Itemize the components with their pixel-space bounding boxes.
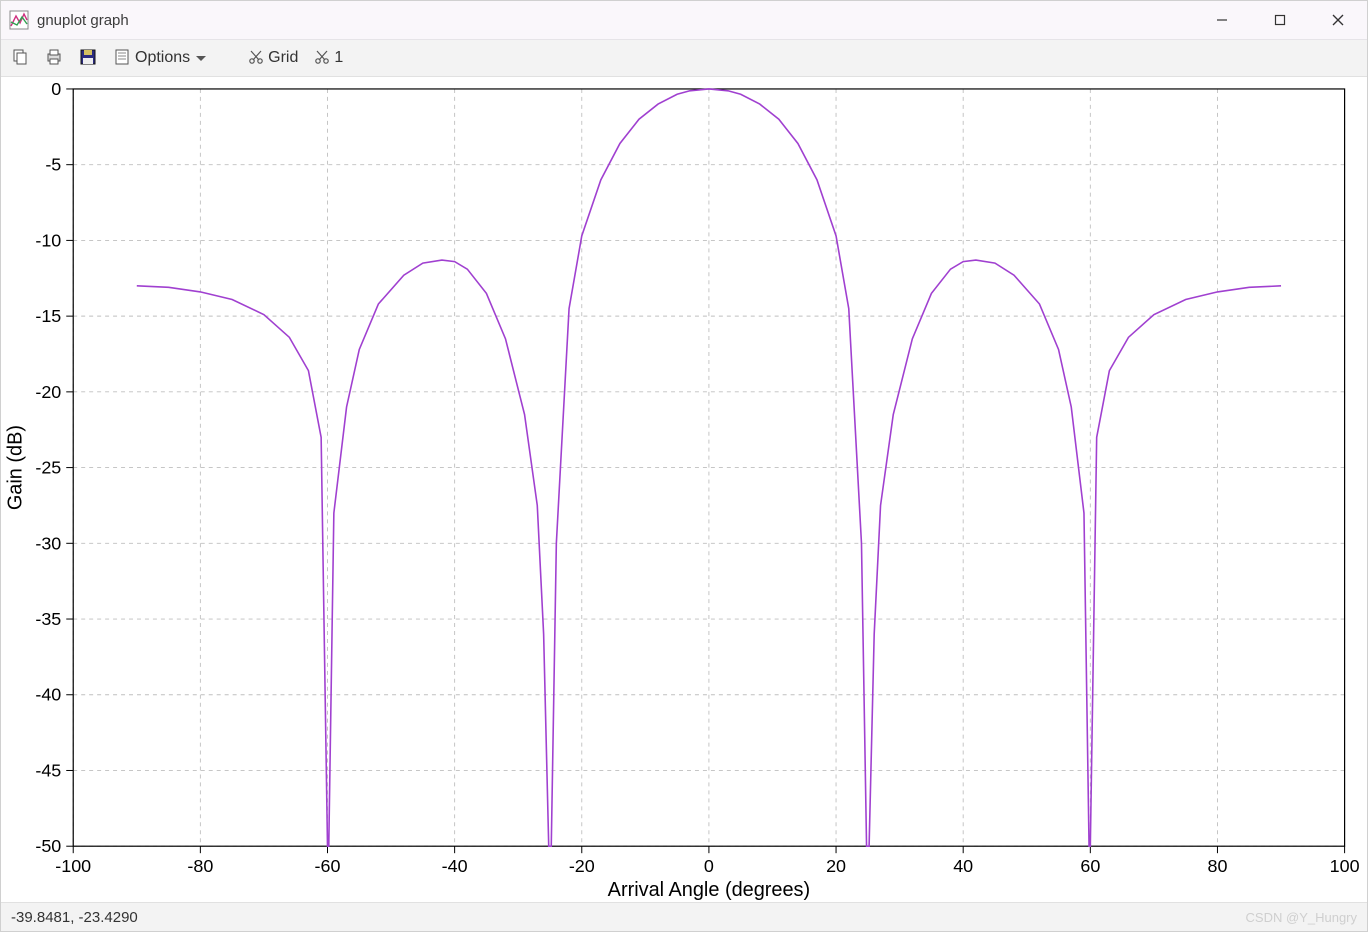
svg-text:-5: -5 xyxy=(45,155,61,175)
plot-area[interactable]: -100 -80 -60 -40 -20 0 20 40 60 80 100 0 -5 -10 -15 -20… xyxy=(1,77,1367,902)
svg-text:60: 60 xyxy=(1080,856,1100,876)
minimize-button[interactable] xyxy=(1193,1,1251,39)
window-title: gnuplot graph xyxy=(37,12,1193,29)
chevron-down-icon xyxy=(196,56,206,61)
svg-text:100: 100 xyxy=(1330,856,1360,876)
printer-icon xyxy=(45,48,63,69)
window-controls xyxy=(1193,1,1367,39)
options-button[interactable]: Options xyxy=(109,43,210,73)
print-button[interactable] xyxy=(41,43,67,73)
copy-icon xyxy=(11,48,29,69)
svg-text:-100: -100 xyxy=(55,856,91,876)
svg-text:-30: -30 xyxy=(35,533,61,553)
svg-text:0: 0 xyxy=(704,856,714,876)
svg-text:0: 0 xyxy=(51,79,61,99)
scissors-icon xyxy=(314,49,330,68)
grid-label: Grid xyxy=(268,49,298,67)
cursor-coordinates: -39.8481, -23.4290 xyxy=(11,909,138,926)
svg-text:-35: -35 xyxy=(35,609,61,629)
maximize-button[interactable] xyxy=(1251,1,1309,39)
svg-text:Arrival Angle (degrees): Arrival Angle (degrees) xyxy=(608,879,810,901)
svg-text:-25: -25 xyxy=(35,458,61,478)
report-icon xyxy=(113,48,131,69)
svg-text:-80: -80 xyxy=(187,856,213,876)
close-button[interactable] xyxy=(1309,1,1367,39)
svg-text:20: 20 xyxy=(826,856,846,876)
svg-text:-40: -40 xyxy=(442,856,468,876)
options-label: Options xyxy=(135,49,190,67)
svg-text:40: 40 xyxy=(953,856,973,876)
status-bar: -39.8481, -23.4290 CSDN @Y_Hungry xyxy=(1,902,1367,931)
svg-text:-40: -40 xyxy=(35,685,61,705)
title-bar: gnuplot graph xyxy=(1,1,1367,40)
svg-text:Gain (dB): Gain (dB) xyxy=(4,425,26,510)
one-label: 1 xyxy=(334,49,343,67)
grid-button[interactable]: Grid xyxy=(244,43,302,73)
floppy-icon xyxy=(79,48,97,69)
scissors-icon xyxy=(248,49,264,68)
one-button[interactable]: 1 xyxy=(310,43,347,73)
app-window: gnuplot graph xyxy=(0,0,1368,932)
svg-text:-10: -10 xyxy=(35,230,61,250)
svg-text:-45: -45 xyxy=(35,760,61,780)
app-icon xyxy=(9,10,29,30)
toolbar: Options Grid xyxy=(1,40,1367,77)
svg-text:-20: -20 xyxy=(35,382,61,402)
svg-text:80: 80 xyxy=(1207,856,1227,876)
svg-text:-15: -15 xyxy=(35,306,61,326)
svg-text:-50: -50 xyxy=(35,836,61,856)
watermark: CSDN @Y_Hungry xyxy=(1246,910,1357,925)
copy-button[interactable] xyxy=(7,43,33,73)
save-button[interactable] xyxy=(75,43,101,73)
svg-text:-60: -60 xyxy=(315,856,341,876)
svg-text:-20: -20 xyxy=(569,856,595,876)
chart-canvas: -100 -80 -60 -40 -20 0 20 40 60 80 100 0 -5 -10 -15 -20… xyxy=(1,77,1367,902)
